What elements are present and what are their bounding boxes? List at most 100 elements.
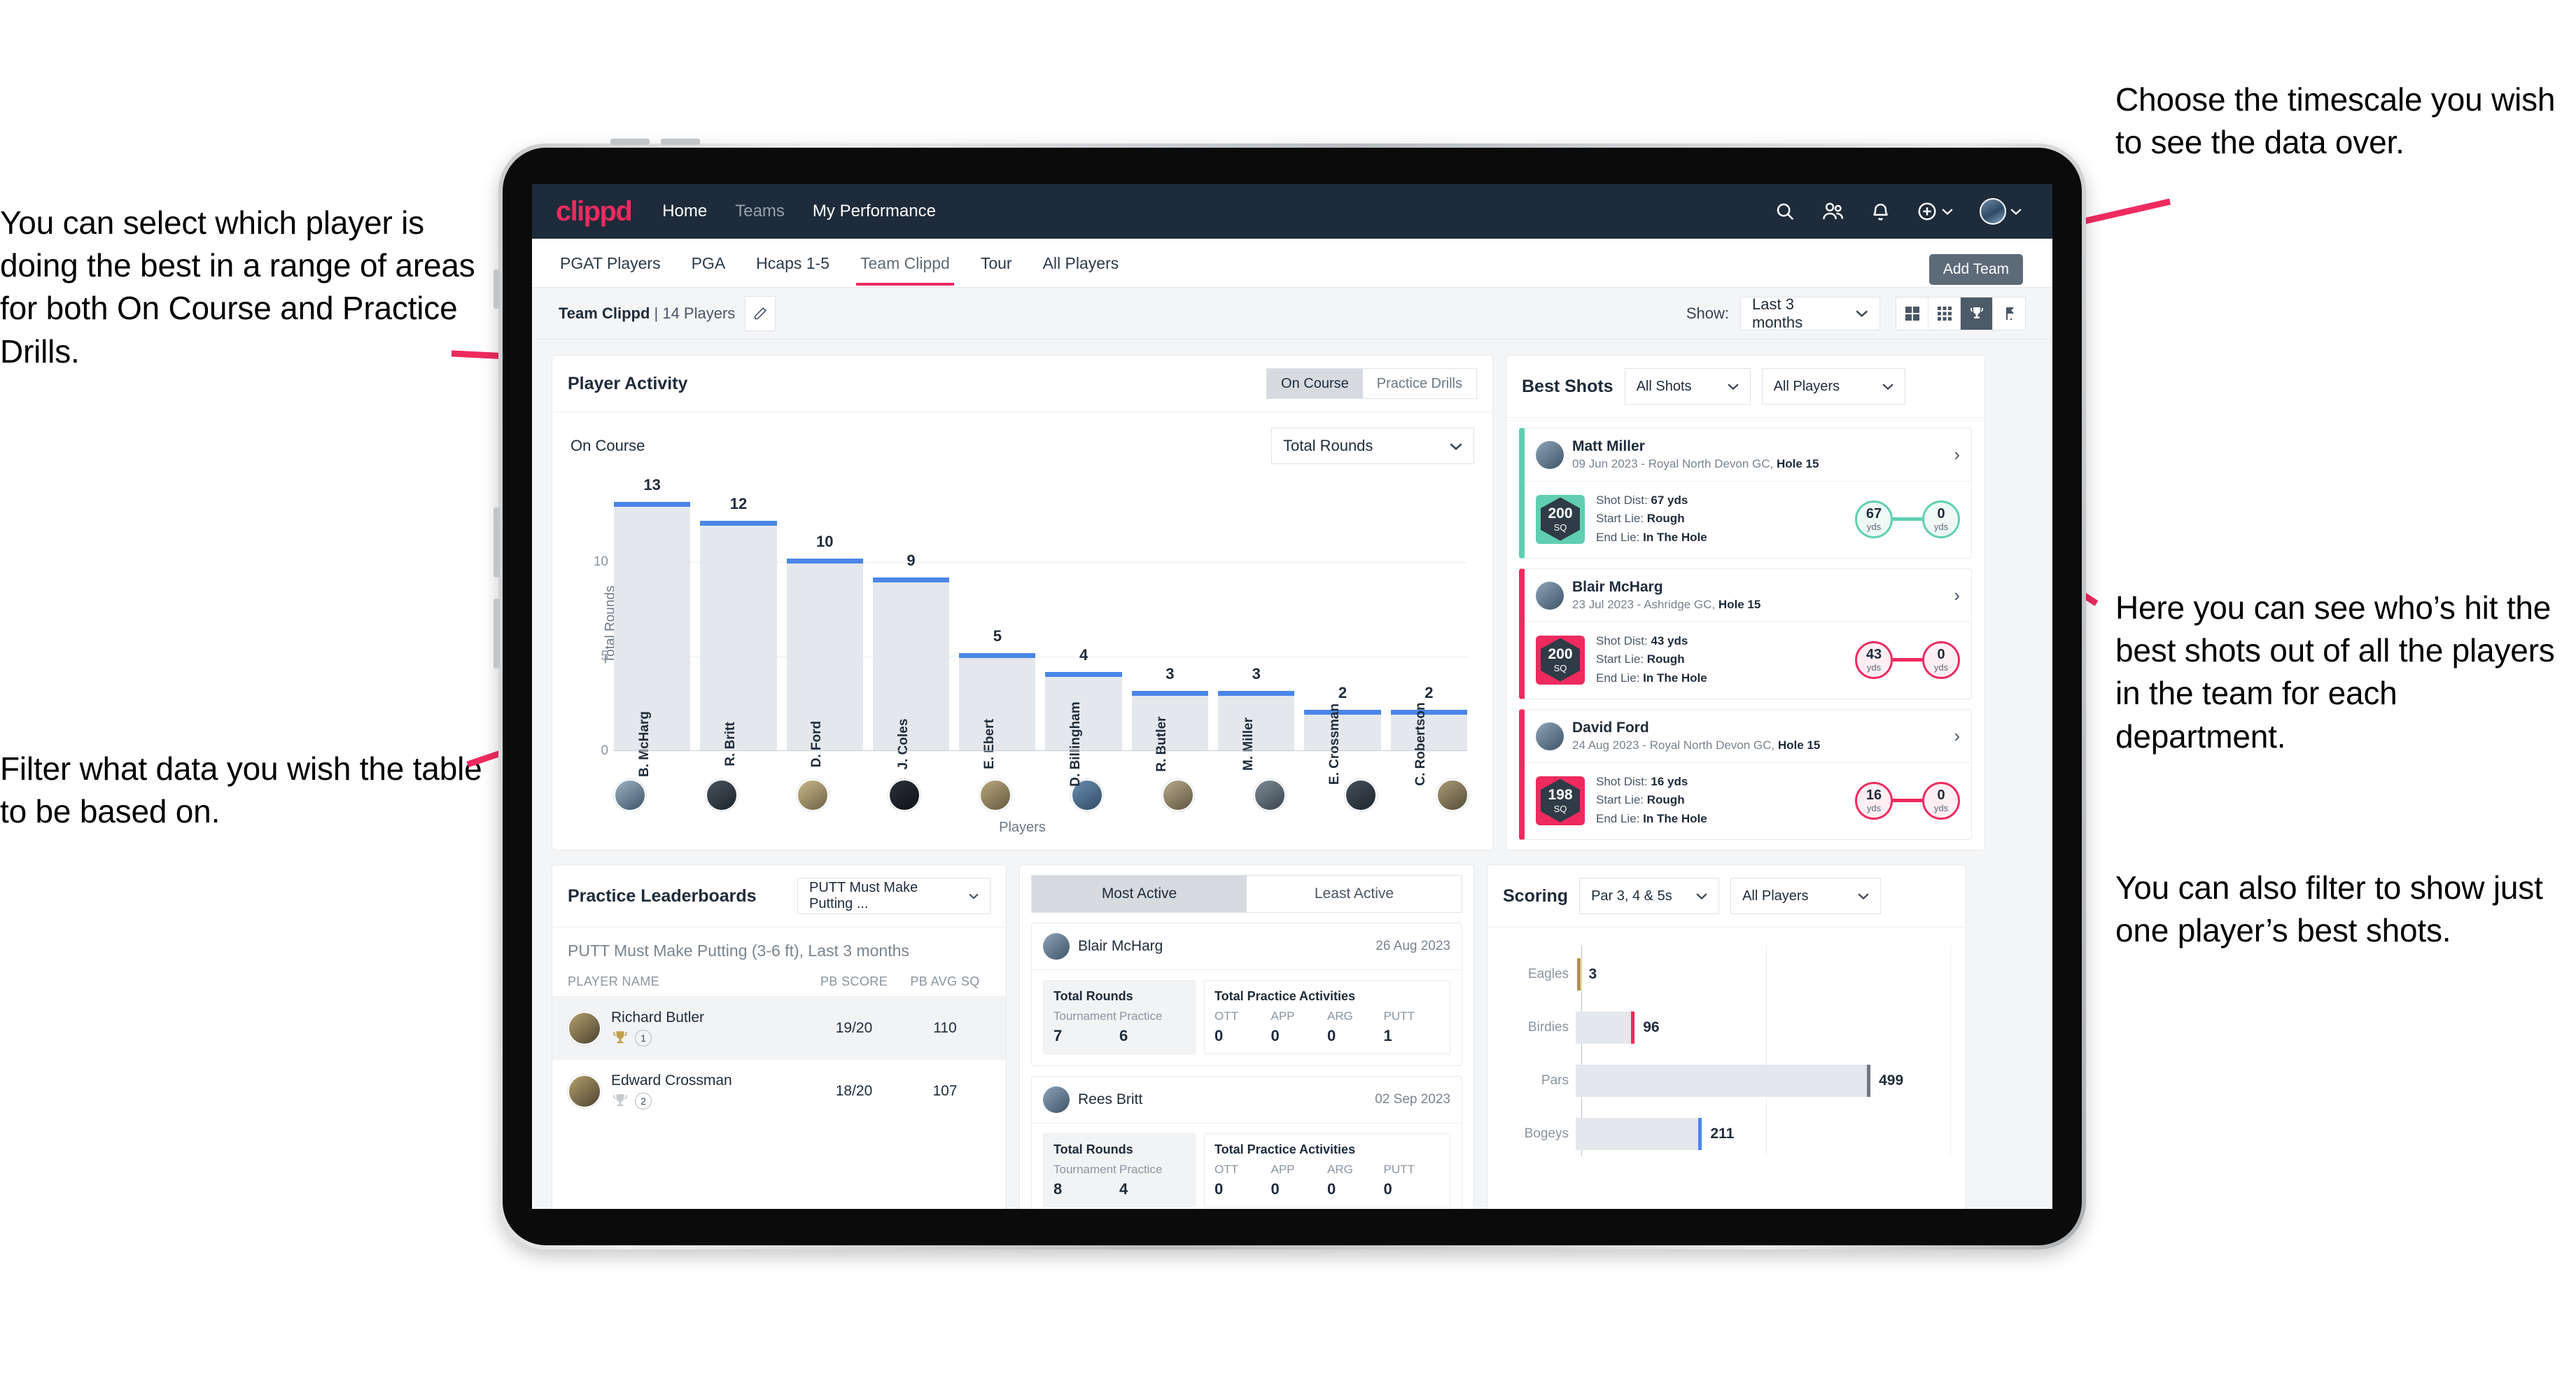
shot-dist-row: Shot Dist: 67 yds: [1596, 493, 1688, 507]
drill-select-value: PUTT Must Make Putting ...: [809, 880, 918, 912]
tab-all-players[interactable]: All Players: [1042, 240, 1121, 286]
activity-tabs: Most Active Least Active: [1031, 875, 1462, 913]
table-row[interactable]: Edward Crossman 2 18/20 107: [552, 1060, 1006, 1123]
practice-activities-title: Total Practice Activities: [1214, 1142, 1356, 1157]
course-drills-toggle: On Course Practice Drills: [1266, 368, 1477, 399]
tab-team-clippd[interactable]: Team Clippd: [856, 240, 954, 286]
flag-icon[interactable]: [1993, 298, 2025, 330]
par-filter-select[interactable]: Par 3, 4 & 5s: [1579, 878, 1720, 915]
bell-icon[interactable]: [1871, 201, 1890, 222]
chart-bar-column[interactable]: 9 J. Coles: [872, 486, 950, 769]
rounds-value: 6: [1119, 1027, 1128, 1045]
chart-bar-value: 5: [993, 627, 1002, 645]
edit-team-button[interactable]: [745, 295, 776, 331]
annotation-timescale: Choose the timescale you wish to see the…: [2115, 81, 2556, 161]
player-avatar[interactable]: [888, 779, 920, 811]
chart-bar-value: 10: [816, 533, 834, 550]
search-icon[interactable]: [1774, 201, 1795, 222]
chart-bar-column[interactable]: 10 D. Ford: [786, 486, 864, 767]
table-row[interactable]: Richard Butler 1 19/20 110: [552, 997, 1006, 1060]
tab-most-active[interactable]: Most Active: [1032, 876, 1247, 913]
avatar[interactable]: [1980, 198, 2022, 225]
scoring-bar-row[interactable]: Bogeys 211: [1503, 1118, 1950, 1151]
chart-bar-column[interactable]: 13 B. McHarg: [614, 476, 691, 777]
chart-bar-column[interactable]: 2 C. Robertson: [1390, 486, 1468, 786]
player-avatar[interactable]: [797, 779, 830, 811]
avatar-image: [1980, 198, 2006, 225]
timescale-select[interactable]: Last 3 months: [1740, 295, 1880, 331]
tab-pgat-players[interactable]: PGAT Players: [559, 240, 662, 286]
trophy-icon[interactable]: [1961, 297, 1993, 330]
hexagon-icon: 200 SQ: [1541, 497, 1580, 541]
activity-card-header: Rees Britt 02 Sep 2023: [1032, 1077, 1462, 1123]
chart-y-tick: 10: [593, 554, 608, 569]
player-avatar[interactable]: [1253, 779, 1286, 811]
player-avatar[interactable]: [1345, 779, 1378, 811]
best-shot-card[interactable]: Matt Miller 09 Jun 2023 - Royal North Dev…: [1519, 428, 1972, 559]
activity-player-card[interactable]: Blair McHarg 26 Aug 2023 Total Rounds Tourn…: [1031, 923, 1462, 1067]
app-navbar: clippd Home Teams My Performance: [532, 184, 2052, 239]
tab-pga[interactable]: PGA: [690, 240, 727, 286]
segment-on-course[interactable]: On Course: [1267, 369, 1363, 398]
best-shot-card[interactable]: David Ford 24 Aug 2023 - Royal North Devo…: [1519, 709, 1972, 841]
grid-4-icon[interactable]: [1896, 297, 1928, 330]
player-name: Richard Butler: [611, 1009, 705, 1026]
tab-least-active[interactable]: Least Active: [1247, 876, 1462, 913]
people-icon[interactable]: [1822, 201, 1844, 222]
distance-connector: [1893, 658, 1922, 662]
activity-card-header: Blair McHarg 26 Aug 2023: [1032, 923, 1462, 969]
player-avatar[interactable]: [979, 779, 1012, 811]
best-shots-player-select[interactable]: All Players: [1761, 368, 1905, 405]
nav-link-my-performance[interactable]: My Performance: [813, 202, 936, 221]
hexagon-icon: 198 SQ: [1541, 778, 1580, 822]
scoring-bar-row[interactable]: Pars 499: [1503, 1065, 1950, 1098]
chevron-right-icon[interactable]: ›: [1954, 725, 1960, 747]
chevron-right-icon[interactable]: ›: [1954, 444, 1960, 465]
chart-bar-column[interactable]: 2 E. Crossman: [1304, 486, 1381, 785]
practice-subtitle-light: Last 3 months: [804, 941, 909, 960]
tab-tour[interactable]: Tour: [979, 240, 1014, 286]
player-avatar[interactable]: [614, 779, 646, 811]
scoring-card: Scoring Par 3, 4 & 5s All Players Eagles…: [1487, 864, 1966, 1209]
chart-bar-column[interactable]: 12 R. Britt: [700, 486, 777, 766]
annotation-best-shots: Here you can see who’s hit the best shot…: [2115, 589, 2555, 755]
scoring-player-select[interactable]: All Players: [1730, 878, 1882, 915]
drill-select[interactable]: PUTT Must Make Putting ...: [797, 878, 990, 915]
shot-type-select[interactable]: All Shots: [1624, 368, 1751, 405]
metric-select[interactable]: Total Rounds: [1271, 428, 1474, 464]
nav-link-home[interactable]: Home: [662, 202, 707, 221]
chart-bar-column[interactable]: 3 R. Butler: [1131, 486, 1209, 772]
chart-bar-label: M. Miller: [1240, 717, 1256, 771]
shot-end-distance: 0 yds: [1922, 781, 1960, 820]
nav-link-teams[interactable]: Teams: [735, 202, 785, 221]
best-shots-list: Matt Miller 09 Jun 2023 - Royal North Dev…: [1506, 428, 1984, 841]
column-pb-avg-sq: PB AVG SQ: [910, 974, 980, 989]
player-avatar[interactable]: [705, 779, 738, 811]
grid-9-icon[interactable]: [1928, 297, 1961, 330]
scoring-category-label: Pars: [1541, 1073, 1569, 1088]
scoring-category-label: Bogeys: [1524, 1126, 1569, 1142]
chart-bar-column[interactable]: 4 D. Billingham: [1045, 486, 1123, 787]
scoring-player-value: All Players: [1742, 888, 1809, 904]
activity-player-card[interactable]: Rees Britt 02 Sep 2023 Total Rounds Tournam…: [1031, 1076, 1462, 1209]
chevron-right-icon[interactable]: ›: [1954, 584, 1960, 606]
practice-value: 0: [1383, 1180, 1392, 1198]
chart-bar-column[interactable]: 5 E. Ebert: [959, 486, 1036, 769]
practice-key: PUTT: [1383, 1009, 1415, 1023]
player-avatar[interactable]: [1436, 779, 1469, 811]
chevron-down-icon: [969, 893, 979, 899]
best-shots-player-value: All Players: [1773, 378, 1840, 394]
best-shot-card[interactable]: Blair McHarg 23 Jul 2023 - Ashridge GC, H…: [1519, 568, 1972, 700]
avatar: [568, 1074, 601, 1109]
clippd-logo[interactable]: clippd: [556, 196, 633, 227]
tab-hcaps-1-5[interactable]: Hcaps 1-5: [755, 240, 831, 286]
practice-key: ARG: [1327, 1163, 1353, 1177]
plus-circle-icon[interactable]: [1917, 201, 1953, 222]
par-filter-value: Par 3, 4 & 5s: [1591, 888, 1672, 904]
scoring-bar-row[interactable]: Eagles 3: [1503, 958, 1950, 991]
player-avatar[interactable]: [1162, 779, 1195, 811]
chart-bar-value: 2: [1338, 684, 1348, 701]
scoring-bar-row[interactable]: Birdies 96: [1503, 1011, 1950, 1044]
chart-bar-column[interactable]: 3 M. Miller: [1218, 486, 1295, 771]
segment-practice-drills[interactable]: Practice Drills: [1362, 369, 1476, 398]
